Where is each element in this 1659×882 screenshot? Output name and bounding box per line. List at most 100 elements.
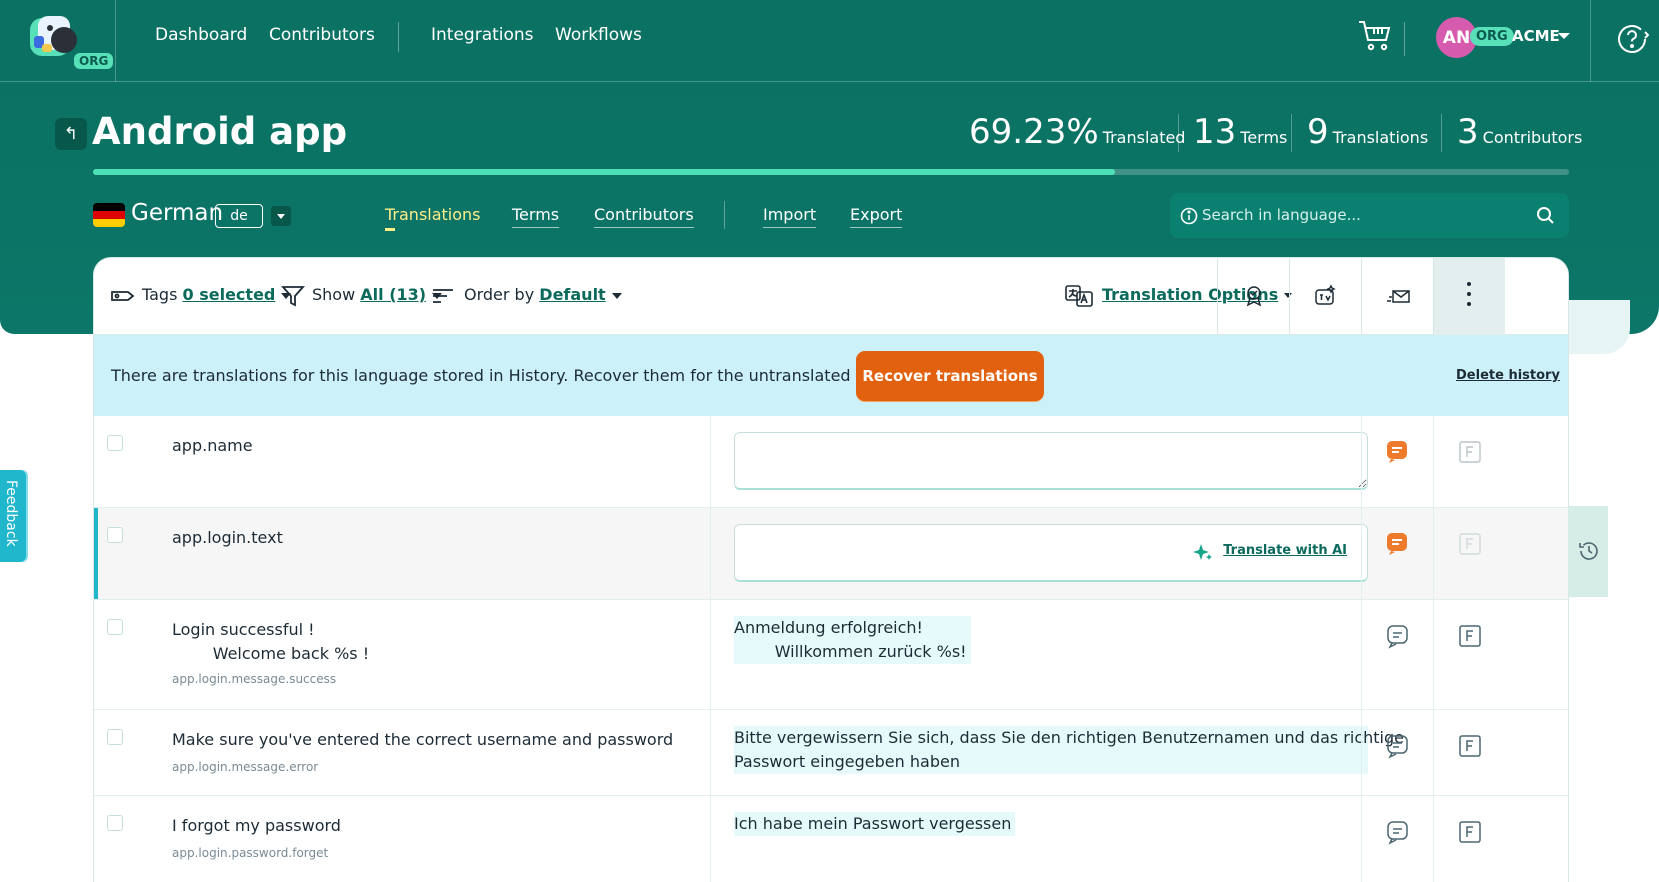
history-side-button[interactable] — [1569, 506, 1608, 597]
flag-stripe — [93, 211, 125, 219]
flag-button[interactable] — [1433, 416, 1505, 507]
column-divider — [710, 416, 711, 507]
delete-history-link[interactable]: Delete history — [1456, 368, 1560, 383]
back-arrow-icon[interactable]: ↰ — [55, 118, 87, 150]
comments-button[interactable] — [1361, 416, 1433, 507]
order-filter[interactable]: Order by Default — [464, 285, 622, 304]
nav-contributors[interactable]: Contributors — [269, 25, 375, 45]
auto-translate-button[interactable] — [1289, 258, 1361, 335]
row-key: app.login.text — [172, 528, 283, 547]
filter-toolbar: Tags 0 selected Show All (13) Order by D… — [94, 258, 1568, 335]
filter-icon — [280, 286, 306, 307]
send-icon — [1387, 290, 1410, 303]
org-badge: ORG — [74, 53, 114, 69]
stat-separator — [1291, 114, 1292, 152]
stat-contributors: 3 Contributors — [1457, 112, 1583, 152]
table-row: Login successful ! Welcome back %s ! app… — [94, 600, 1568, 710]
history-icon — [1579, 542, 1598, 560]
comment-filled-icon — [1387, 441, 1407, 463]
flag-outline-icon — [1459, 441, 1481, 463]
column-divider — [710, 796, 711, 882]
search-icon[interactable] — [1536, 206, 1555, 225]
comment-outline-icon — [1387, 735, 1408, 759]
page-title: Android app — [92, 110, 348, 153]
translation-editor[interactable]: Translate with AI — [734, 524, 1368, 582]
nav-dashboard[interactable]: Dashboard — [155, 25, 247, 45]
row-checkbox[interactable] — [107, 619, 123, 635]
org-name[interactable]: ACME — [1512, 27, 1560, 45]
tag-icon — [111, 291, 135, 301]
chevron-down-icon — [611, 292, 622, 299]
tab-import[interactable]: Import — [763, 205, 817, 228]
send-button[interactable] — [1361, 258, 1433, 335]
table-row: I forgot my password app.login.password.… — [94, 796, 1568, 882]
badge-button[interactable] — [1217, 258, 1289, 335]
tags-filter-value[interactable]: 0 selected — [183, 285, 276, 304]
show-filter-value[interactable]: All (13) — [360, 285, 426, 304]
help-icon[interactable] — [1615, 22, 1649, 56]
comments-button[interactable] — [1361, 508, 1433, 599]
comment-outline-icon — [1387, 821, 1408, 845]
nav-integrations[interactable]: Integrations — [431, 25, 534, 45]
row-key-id: app.login.message.error — [172, 760, 319, 774]
flag-outline-icon — [1459, 821, 1481, 843]
german-flag-icon — [93, 203, 125, 227]
stat-separator — [1441, 114, 1442, 152]
nav-workflows[interactable]: Workflows — [555, 25, 642, 45]
translations-card: Tags 0 selected Show All (13) Order by D… — [93, 257, 1569, 882]
search-input[interactable] — [1202, 202, 1522, 228]
nav-separator — [1404, 22, 1405, 56]
feedback-label: Feedback — [3, 480, 19, 547]
comments-button[interactable] — [1361, 796, 1433, 882]
cart-icon[interactable] — [1357, 18, 1393, 52]
table-row: Make sure you've entered the correct use… — [94, 710, 1568, 796]
column-divider — [710, 508, 711, 599]
sort-icon — [433, 289, 453, 303]
translation-input[interactable] — [735, 433, 1367, 488]
progress-fill — [93, 169, 1115, 175]
row-key: Make sure you've entered the correct use… — [172, 730, 674, 749]
language-dropdown-button[interactable] — [271, 206, 291, 226]
comment-outline-icon — [1387, 625, 1408, 649]
tab-terms[interactable]: Terms — [512, 205, 560, 228]
tab-contributors[interactable]: Contributors — [594, 205, 694, 228]
language-name[interactable]: German — [131, 200, 223, 226]
comments-button[interactable] — [1361, 710, 1433, 795]
nav-separator — [398, 22, 399, 52]
chevron-down-icon[interactable] — [1558, 33, 1570, 39]
flag-button[interactable] — [1433, 600, 1505, 709]
order-filter-value[interactable]: Default — [539, 285, 605, 304]
row-key: app.name — [172, 436, 253, 455]
stat-translated: 69.23% Translated — [969, 112, 1186, 152]
row-checkbox[interactable] — [107, 815, 123, 831]
translation-editor[interactable] — [734, 432, 1368, 490]
tags-filter[interactable]: Tags 0 selected — [142, 285, 292, 304]
banner-text: There are translations for this language… — [111, 366, 919, 385]
show-filter[interactable]: Show All (13) — [312, 285, 443, 304]
help-cell[interactable] — [1590, 0, 1659, 82]
translation-progress-bar — [93, 169, 1569, 175]
info-icon — [1180, 207, 1198, 225]
flag-button[interactable] — [1433, 796, 1505, 882]
comments-button[interactable] — [1361, 600, 1433, 709]
tab-export[interactable]: Export — [850, 205, 903, 228]
translate-with-ai-button[interactable]: Translate with AI — [1223, 543, 1347, 558]
feedback-tab[interactable]: Feedback — [0, 470, 26, 562]
translation-text[interactable]: Ich habe mein Passwort vergessen — [734, 812, 1016, 836]
tab-translations[interactable]: Translations — [385, 205, 481, 231]
row-checkbox[interactable] — [107, 729, 123, 745]
search-box — [1170, 193, 1569, 238]
flag-button[interactable] — [1433, 508, 1505, 599]
flag-outline-icon — [1459, 533, 1481, 555]
translation-text[interactable]: Bitte vergewissern Sie sich, dass Sie de… — [734, 726, 1404, 774]
recover-translations-button[interactable]: Recover translations — [856, 351, 1044, 401]
language-code-badge: de — [215, 204, 263, 228]
translation-text[interactable]: Anmeldung erfolgreich! Willkommen zurück… — [734, 616, 971, 664]
kebab-menu-icon — [1467, 282, 1471, 312]
logo-cell[interactable]: ORG — [0, 0, 116, 82]
column-divider — [710, 710, 711, 795]
row-checkbox[interactable] — [107, 527, 123, 543]
flag-button[interactable] — [1433, 710, 1505, 795]
more-options-button[interactable] — [1433, 258, 1505, 335]
row-checkbox[interactable] — [107, 435, 123, 451]
